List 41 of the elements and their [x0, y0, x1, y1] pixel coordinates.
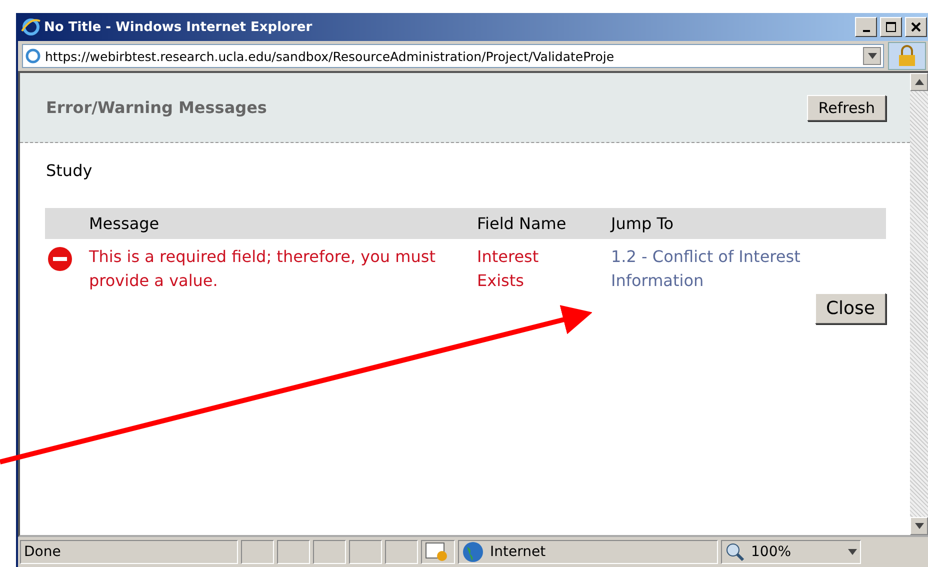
column-header: Message — [89, 208, 477, 239]
address-field[interactable]: https://webirbtest.research.ucla.edu/sandbox/ResourceAdministration/Project/ValidateProje — [22, 44, 884, 68]
status-pane — [385, 540, 418, 564]
column-header: Jump To — [611, 208, 886, 239]
status-pane — [313, 540, 346, 564]
down-arrow-icon — [848, 549, 857, 555]
browser-logo-icon — [21, 17, 41, 37]
column-header: Field Name — [477, 208, 611, 239]
message-text: This is a required field; therefore, you must provide a value. — [89, 246, 436, 292]
scroll-down-button[interactable] — [910, 517, 928, 535]
close-button[interactable] — [905, 17, 927, 37]
refresh-button[interactable]: Refresh — [807, 94, 886, 120]
scrollbar[interactable] — [910, 73, 928, 535]
section-label: Study — [45, 160, 94, 180]
error-icon — [48, 247, 72, 271]
window-title: No Title - Windows Internet Explorer — [44, 20, 314, 34]
zone-text: Internet — [490, 544, 546, 560]
status-text: Done — [24, 544, 61, 560]
maximize-icon — [886, 22, 896, 32]
page-icon — [25, 48, 41, 64]
status-pane — [349, 540, 382, 564]
maximize-button[interactable] — [880, 17, 902, 37]
status-pane — [277, 540, 310, 564]
close-dialog-button[interactable]: Close — [814, 293, 886, 324]
up-arrow-icon — [914, 79, 924, 85]
zoom-level[interactable]: 100% — [751, 544, 792, 560]
down-arrow-icon — [868, 53, 876, 59]
minimize-icon — [862, 30, 870, 32]
dropdown-button[interactable] — [863, 47, 881, 65]
close-icon — [911, 22, 921, 32]
minimize-button[interactable] — [855, 17, 877, 37]
down-arrow-icon — [914, 523, 924, 529]
jump-to-link[interactable]: 1.2 - Conflict of Interest Information — [611, 239, 841, 293]
status-pane — [241, 540, 274, 564]
popup-warning-icon[interactable] — [425, 542, 449, 562]
header-cell — [45, 208, 89, 239]
panel-title: Error/Warning Messages — [46, 98, 267, 117]
field-name-text: Interest Exists — [477, 246, 540, 292]
zoom-icon[interactable] — [725, 542, 745, 562]
scroll-up-button[interactable] — [910, 73, 928, 91]
globe-icon — [462, 541, 484, 563]
